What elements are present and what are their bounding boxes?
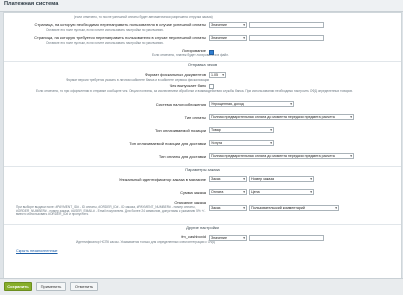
delivery-payment-type-select[interactable]: Полная предварительная оплата до момента… (209, 153, 354, 159)
logging-checkbox[interactable] (209, 50, 214, 55)
chevron-down-icon: ▾ (290, 102, 292, 106)
order-desc-note: При выборе выдачи поле: #PAYMENT_ID# - I… (16, 205, 206, 217)
payment-type-label: Тип оплаты (184, 115, 206, 120)
fail-url-label: Страница, на которую требуется перенапра… (34, 35, 206, 40)
success-url-label: Страница, на которую необходимо перенапр… (34, 22, 206, 27)
chevron-down-icon: ▾ (222, 73, 224, 77)
chevron-down-icon: ▾ (243, 36, 245, 40)
order-desc-value-select[interactable]: Пользовательский комментарий ▾ (249, 205, 339, 211)
auto-shipment-note: (если отмечено, то после успешной оплаты… (74, 15, 213, 19)
tax-system-label: Система налогообложения (155, 102, 206, 107)
logging-note: Если отмечено, платеж будет логироваться… (152, 53, 229, 57)
order-sum-value-select[interactable]: Цена ▾ (249, 189, 314, 195)
cashboxid-input[interactable] (249, 235, 324, 241)
chevron-down-icon: ▾ (243, 23, 245, 27)
section-receipt: Отправка чеков (4, 61, 401, 69)
bank-receipt-checkbox[interactable] (209, 84, 214, 89)
page-title: Платежная система (4, 1, 59, 7)
chevron-down-icon: ▾ (335, 206, 337, 210)
order-id-source-select[interactable]: Заказ ▾ (209, 176, 247, 182)
order-id-value-select[interactable]: Номер заказа ▾ (249, 176, 314, 182)
fail-url-mode-select[interactable]: Значение ▾ (209, 35, 247, 41)
order-sum-source-select[interactable]: Оплата ▾ (209, 189, 247, 195)
chevron-down-icon: ▾ (350, 154, 352, 158)
ffd-format-note: Формат версии требуется указать в личном… (66, 78, 210, 82)
delivery-type-label: Тип оплачиваемой позиции для доставки (129, 141, 206, 146)
success-url-note: Оставьте его поле пустым, если хотите ис… (46, 28, 164, 32)
section-order-params: Параметры заказа (4, 166, 401, 174)
hide-unfilled-link[interactable]: Скрыть незаполненные (16, 249, 58, 253)
item-type-select[interactable]: Товар ▾ (209, 127, 274, 133)
settings-panel: (если отмечено, то после успешной оплаты… (3, 12, 402, 280)
chevron-down-icon: ▾ (270, 141, 272, 145)
fail-url-input[interactable] (249, 35, 324, 41)
order-id-label: Уникальный идентификатор заказа в магази… (118, 177, 206, 182)
fail-url-note: Оставьте его поле пустым, если хотите ис… (46, 41, 164, 45)
ffd-format-select[interactable]: 1.05 ▾ (209, 72, 226, 78)
chevron-down-icon: ▾ (243, 206, 245, 210)
bank-receipt-note: Если отмечено, то при оформлении в отпра… (36, 89, 353, 93)
settings-window: Платежная система (если отмечено, то пос… (0, 0, 403, 295)
chevron-down-icon: ▾ (350, 115, 352, 119)
cashboxid-label: fm_cashboxid (181, 234, 206, 239)
cashboxid-mode-select[interactable]: Значение ▾ (209, 235, 247, 241)
tax-system-select[interactable]: Упрощенная, доход ▾ (209, 101, 294, 107)
order-sum-label: Сумма заказа (180, 190, 206, 195)
apply-button[interactable]: Применить (36, 282, 66, 291)
ffd-format-label: Формат фискальных документов (144, 72, 206, 77)
save-button[interactable]: Сохранить (4, 282, 32, 291)
chevron-down-icon: ▾ (243, 190, 245, 194)
success-url-input[interactable] (249, 22, 324, 28)
payment-type-select[interactable]: Полная предварительная оплата до момента… (209, 114, 354, 120)
item-type-label: Тип оплачиваемой позиции (155, 128, 206, 133)
delivery-type-select[interactable]: Услуга ▾ (209, 140, 274, 146)
success-url-mode-select[interactable]: Значение ▾ (209, 22, 247, 28)
bank-receipt-label: Чек выпускает банк (169, 83, 206, 88)
section-other: Другие настройки (4, 224, 401, 232)
cancel-button[interactable]: Отменить (70, 282, 98, 291)
delivery-payment-type-label: Тип оплаты для доставки (158, 154, 206, 159)
chevron-down-icon: ▾ (243, 177, 245, 181)
chevron-down-icon: ▾ (310, 190, 312, 194)
cashboxid-note: Идентификатор НСПК кассы. Указывается то… (76, 240, 215, 244)
order-desc-source-select[interactable]: Заказ ▾ (209, 205, 247, 211)
chevron-down-icon: ▾ (243, 236, 245, 240)
page-header: Платежная система (0, 0, 403, 12)
chevron-down-icon: ▾ (270, 128, 272, 132)
form-footer: Сохранить Применить Отменить (0, 278, 403, 295)
chevron-down-icon: ▾ (310, 177, 312, 181)
